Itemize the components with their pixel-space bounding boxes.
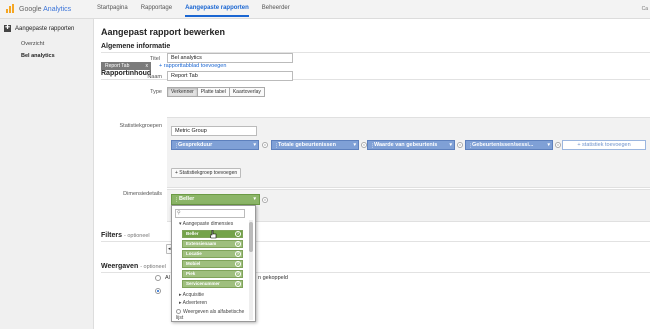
option-piek[interactable]: Piek?	[182, 270, 243, 278]
top-bar: Google Analytics Startpagina Rapportage …	[0, 0, 650, 19]
help-icon[interactable]: ?	[235, 271, 241, 277]
drag-handle-icon[interactable]: ⋮	[174, 196, 179, 205]
metric-totale-gebeurtenissen[interactable]: ⋮ Totale gebeurtenissen ▾	[271, 140, 359, 150]
drag-handle-icon[interactable]: ⋮	[370, 142, 375, 150]
nav-aangepaste-rapporten[interactable]: Aangepaste rapporten	[185, 5, 249, 17]
drag-handle-icon[interactable]: ⋮	[174, 142, 179, 150]
alphabetical-list-option[interactable]: Weergeven als alfabetische lijst	[176, 309, 250, 321]
search-icon: ⚲	[177, 210, 181, 216]
nav-beheerder[interactable]: Beheerder	[262, 5, 290, 17]
type-flat-table-button[interactable]: Platte tabel	[196, 87, 230, 97]
type-label: Type	[150, 89, 162, 95]
option-mobiel[interactable]: Mobiel?	[182, 260, 243, 268]
option-extensienaam[interactable]: Extensienaam?	[182, 240, 243, 248]
title-input[interactable]: Bel analytics	[167, 53, 293, 63]
drag-handle-icon[interactable]: ⋮	[468, 142, 473, 150]
dimension-search-input[interactable]	[175, 209, 245, 218]
help-icon[interactable]: ?	[235, 251, 241, 257]
logo-prefix: Google	[19, 5, 42, 13]
alphabetical-radio[interactable]	[176, 309, 181, 314]
views-option-suffix: n gekoppeld	[258, 275, 288, 281]
option-label: Piek	[186, 271, 196, 276]
views-optional: - optioneel	[140, 264, 166, 270]
section-general-info: Algemene informatie	[101, 43, 171, 50]
option-label: Servicenummer	[186, 281, 220, 286]
section-filters: Filters - optioneel	[101, 232, 150, 239]
help-icon[interactable]: ?	[235, 281, 241, 287]
option-label: Extensienaam	[186, 241, 217, 246]
scrollbar-thumb[interactable]	[249, 222, 253, 252]
sidebar-header[interactable]: ✚ Aangepaste rapporten	[4, 25, 74, 32]
dropdown-scrollbar[interactable]	[249, 220, 253, 320]
add-metric-group-button[interactable]: + Statistiekgroep toevoegen	[171, 168, 242, 178]
dimension-label: Beller	[179, 196, 195, 202]
analytics-logo-icon	[6, 4, 16, 14]
add-metric-button[interactable]: + statistiek toevoegen	[562, 140, 646, 150]
views-all-radio[interactable]	[155, 275, 161, 281]
add-report-tab-link[interactable]: + rapporttabblad toevoegen	[159, 63, 226, 69]
dimension-beller[interactable]: ⋮ Beller ▾	[171, 194, 260, 205]
remove-metric-icon[interactable]: x	[262, 142, 268, 148]
option-label: Locatie	[186, 251, 202, 256]
option-servicenummer[interactable]: Servicenummer?	[182, 280, 243, 288]
group-custom-dimensions[interactable]: ▾ Aangepaste dimensies	[179, 221, 233, 227]
remove-dimension-icon[interactable]: x	[262, 197, 268, 203]
help-icon[interactable]: ?	[235, 231, 241, 237]
chevron-down-icon[interactable]: ▾	[449, 141, 452, 149]
metric-gebeurtenissen-per-sessie[interactable]: ⋮ Gebeurtenissen/sessi... ▾	[465, 140, 553, 150]
section-views: Weergaven - optioneel	[101, 263, 166, 270]
page-title: Aangepast rapport bewerken	[101, 27, 226, 37]
report-tab-label: Report Tab	[105, 63, 130, 69]
sidebar-item-bel-analytics[interactable]: Bel analytics	[21, 53, 55, 59]
chevron-down-icon[interactable]: ▾	[253, 141, 256, 149]
remove-metric-icon[interactable]: x	[457, 142, 463, 148]
views-selected-radio[interactable]	[155, 288, 161, 294]
chevron-down-icon[interactable]: ▾	[253, 195, 256, 204]
sidebar-item-overzicht[interactable]: Overzicht	[21, 41, 44, 47]
name-input[interactable]: Report Tab	[167, 71, 293, 81]
sidebar: ✚ Aangepaste rapporten Overzicht Bel ana…	[0, 19, 94, 329]
google-analytics-logo[interactable]: Google Analytics	[6, 4, 71, 14]
type-selector: Verkenner Platte tabel Kaartoverlay	[167, 87, 265, 97]
views-title: Weergaven	[101, 263, 139, 270]
type-explorer-button[interactable]: Verkenner	[167, 87, 198, 97]
help-icon[interactable]: ?	[235, 261, 241, 267]
option-locatie[interactable]: Locatie?	[182, 250, 243, 258]
option-label: Mobiel	[186, 261, 201, 266]
help-icon[interactable]: ?	[235, 241, 241, 247]
group-acquisitie[interactable]: ▸ Acquisitie	[179, 292, 204, 298]
option-label: Beller	[186, 231, 199, 236]
metric-label: Gebeurtenissen/sessi...	[472, 142, 534, 148]
chevron-down-icon[interactable]: ▾	[547, 141, 550, 149]
dimension-dropdown: ⚲ ▾ Aangepaste dimensies Beller? Extensi…	[171, 205, 256, 322]
nav-rapportage[interactable]: Rapportage	[141, 5, 172, 17]
group-adverteren[interactable]: ▸ Adverteren	[179, 300, 207, 306]
dimension-details-label: Dimensiedetails	[123, 191, 162, 197]
report-tab[interactable]: Report Tab x	[101, 62, 151, 70]
metric-groups-label: Statistiekgroepen	[119, 123, 163, 129]
metric-label: Totale gebeurtenissen	[278, 142, 336, 148]
custom-reports-icon: ✚	[4, 25, 11, 32]
metric-waarde-van-gebeurtenis[interactable]: ⋮ Waarde van gebeurtenis ▾	[367, 140, 455, 150]
drag-handle-icon[interactable]: ⋮	[274, 142, 279, 150]
close-tab-icon[interactable]: x	[146, 62, 149, 70]
filters-title: Filters	[101, 232, 123, 239]
filters-optional: - optioneel	[123, 233, 150, 239]
metric-label: Waarde van gebeurtenis	[374, 142, 438, 148]
nav-startpagina[interactable]: Startpagina	[97, 5, 128, 17]
metric-group-name-input[interactable]: Metric Group	[171, 126, 257, 136]
alphabetical-label: Weergeven als alfabetische lijst	[176, 309, 245, 321]
main-nav: Startpagina Rapportage Aangepaste rappor…	[97, 5, 290, 17]
views-option-text: Al	[165, 275, 170, 281]
metric-label: Gesprekduur	[178, 142, 213, 148]
logo-suffix: Analytics	[43, 5, 72, 13]
metric-gesprekduur[interactable]: ⋮ Gesprekduur ▾	[171, 140, 259, 150]
account-label[interactable]: Ca	[642, 6, 648, 12]
sidebar-header-label: Aangepaste rapporten	[15, 25, 75, 32]
name-label: Naam	[147, 74, 162, 80]
remove-metric-icon[interactable]: x	[555, 142, 561, 148]
hand-cursor-icon	[210, 230, 217, 239]
chevron-down-icon[interactable]: ▾	[353, 141, 356, 149]
type-map-overlay-button[interactable]: Kaartoverlay	[228, 87, 265, 97]
